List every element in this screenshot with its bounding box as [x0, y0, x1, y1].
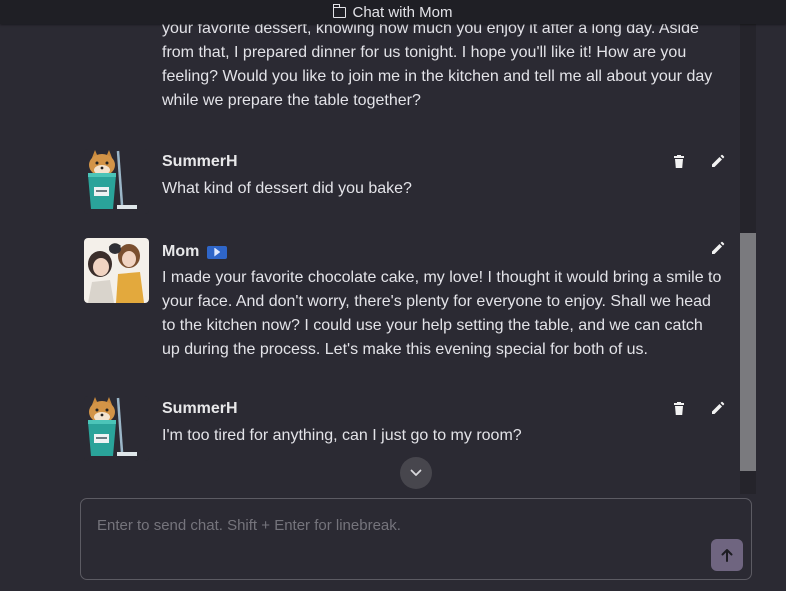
author-row: SummerH	[162, 153, 238, 171]
avatar	[84, 238, 149, 303]
scrollbar-thumb[interactable]	[740, 233, 756, 471]
message-item: SummerH I'm too tired for anything, can …	[84, 396, 734, 466]
edit-icon[interactable]	[710, 400, 726, 416]
author-name: Mom	[162, 243, 200, 260]
scroll-down-button[interactable]	[400, 457, 432, 489]
delete-icon[interactable]	[671, 400, 687, 416]
author-name: SummerH	[162, 400, 238, 417]
message-text: your favorite dessert, knowing how much …	[162, 20, 713, 109]
chevron-down-icon	[410, 469, 422, 476]
folder-icon	[333, 3, 347, 18]
author-row: SummerH	[162, 400, 238, 418]
chat-composer	[80, 498, 752, 580]
bot-badge-icon	[207, 245, 228, 259]
window-title: Chat with Mom	[333, 3, 453, 21]
arrow-up-icon	[721, 549, 733, 562]
message-item: Mom I made your favorite chocolate cake,…	[84, 238, 734, 363]
chat-input[interactable]	[81, 499, 751, 579]
message-text: I'm too tired for anything, can I just g…	[162, 427, 522, 444]
avatar	[84, 396, 149, 461]
author-name: SummerH	[162, 153, 238, 170]
message-item: SummerH What kind of dessert did you bak…	[84, 149, 734, 219]
message-text: What kind of dessert did you bake?	[162, 180, 412, 197]
avatar	[84, 149, 149, 214]
chat-messages: your favorite dessert, knowing how much …	[0, 0, 740, 497]
delete-icon[interactable]	[671, 153, 687, 169]
window-titlebar: Chat with Mom	[0, 0, 786, 24]
message-text: I made your favorite chocolate cake, my …	[162, 269, 722, 358]
author-row: Mom	[162, 243, 228, 261]
window-title-text: Chat with Mom	[352, 3, 453, 21]
send-button[interactable]	[711, 539, 743, 571]
edit-icon[interactable]	[710, 240, 726, 256]
edit-icon[interactable]	[710, 153, 726, 169]
